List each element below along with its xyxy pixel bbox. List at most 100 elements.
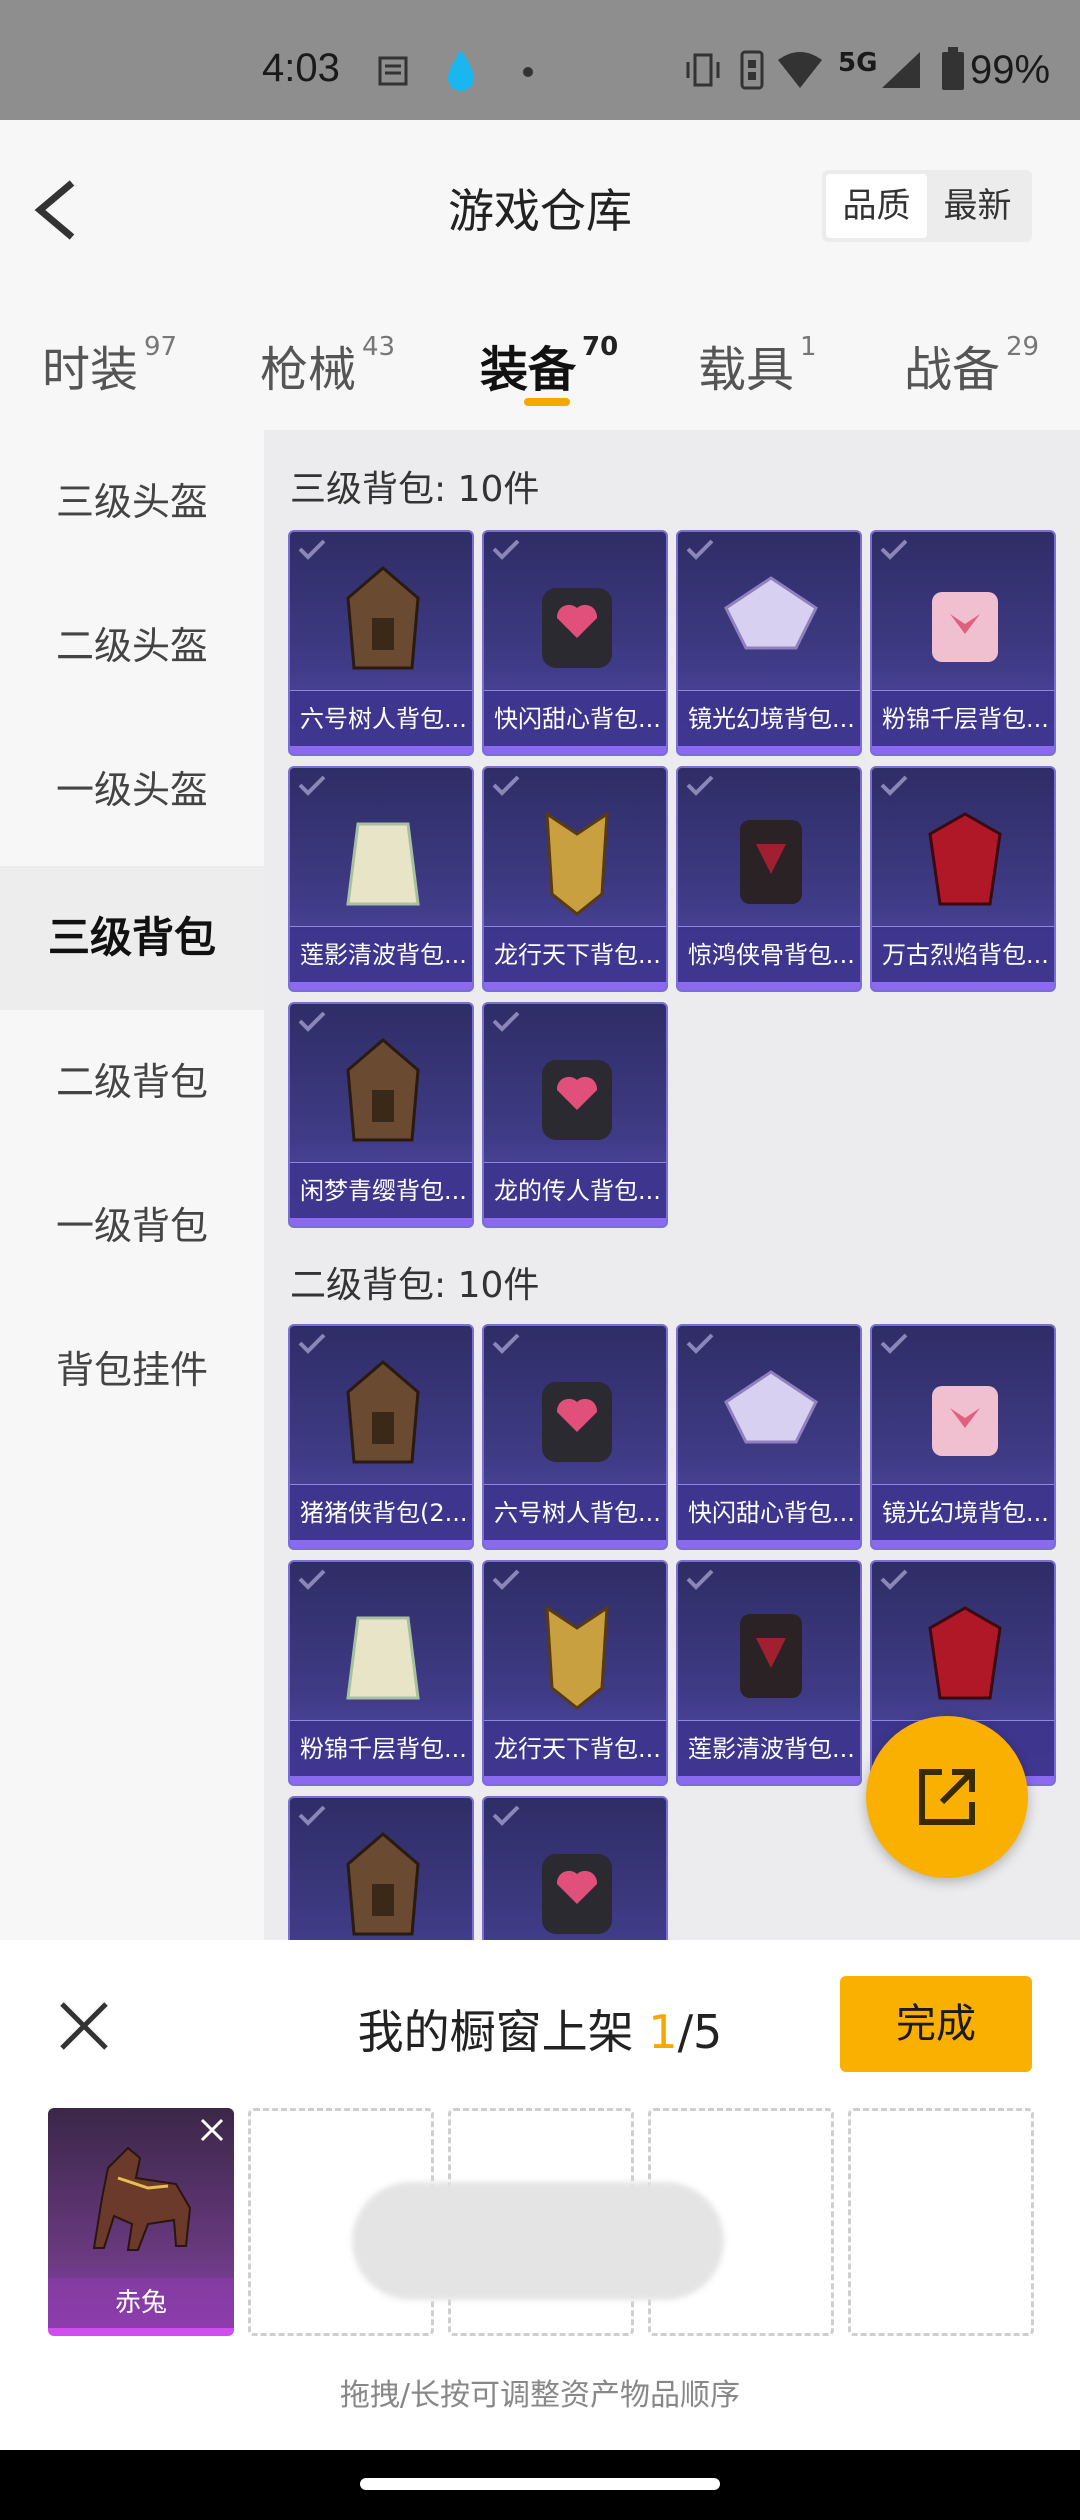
item-card[interactable]: 粉锦千层背包... xyxy=(870,530,1056,756)
notification-icon xyxy=(378,56,408,86)
battery-icon xyxy=(942,47,964,90)
item-card[interactable]: 快闪甜心背包... xyxy=(482,530,668,756)
item-card[interactable]: 龙行天下背包... xyxy=(482,766,668,992)
active-tab-indicator xyxy=(524,398,570,406)
item-name: 龙行天下背包... xyxy=(484,926,666,982)
sidebar-item-backpack-1[interactable]: 一级背包 xyxy=(0,1154,264,1298)
item-card[interactable]: 莲影清波背包... xyxy=(288,766,474,992)
slot-label: 赤兔 xyxy=(48,2278,234,2328)
check-icon xyxy=(686,775,714,796)
sidebar-item-backpack-3[interactable]: 三级背包 xyxy=(0,866,264,1010)
check-icon xyxy=(686,1333,714,1354)
section-title: 二级背包: 10件 xyxy=(290,1265,540,1306)
rarity-bar xyxy=(290,982,472,990)
item-card[interactable]: 莲影清波背包... xyxy=(676,1560,862,1786)
sheet-hint: 拖拽/长按可调整资产物品顺序 xyxy=(339,2378,741,2413)
check-icon xyxy=(298,1333,326,1354)
network-type: 5G xyxy=(838,48,878,78)
tab-equipment[interactable]: 装备 70 xyxy=(480,330,618,400)
item-card[interactable]: 快闪甜心背包... xyxy=(676,1324,862,1550)
backpack-image xyxy=(346,1616,420,1700)
sort-option-quality[interactable]: 品质 xyxy=(826,174,927,238)
item-card[interactable] xyxy=(482,1796,668,1940)
rarity-bar xyxy=(484,1218,666,1226)
home-handle[interactable] xyxy=(360,2478,720,2490)
done-button[interactable]: 完成 xyxy=(840,1976,1032,2072)
item-card[interactable] xyxy=(288,1796,474,1940)
check-icon xyxy=(492,1569,520,1590)
item-name: 六号树人背包... xyxy=(484,1484,666,1540)
showcase-sheet: 我的橱窗上架 1/5 完成 赤兔 拖拽/长按可调整资产物品顺序 xyxy=(0,1940,1080,2450)
backpack-image xyxy=(545,1605,609,1710)
item-card[interactable]: 龙的传人背包... xyxy=(482,1002,668,1228)
check-icon xyxy=(880,1569,908,1590)
item-card[interactable]: 镜光幻境背包... xyxy=(676,530,862,756)
backpack-image xyxy=(542,588,612,668)
tab-vehicles[interactable]: 载具 1 xyxy=(698,330,817,400)
backpack-image xyxy=(346,822,420,906)
sidebar-item-helmet-1[interactable]: 一级头盔 xyxy=(0,718,264,862)
backpack-image xyxy=(346,566,420,670)
signal-icon xyxy=(882,52,920,88)
sort-toggle: 品质 最新 xyxy=(822,170,1032,242)
item-name: 龙行天下背包... xyxy=(484,1720,666,1776)
sidebar-item-helmet-3[interactable]: 三级头盔 xyxy=(0,430,264,574)
sidebar-item-helmet-2[interactable]: 二级头盔 xyxy=(0,574,264,718)
nfc-icon xyxy=(740,50,764,90)
share-button[interactable] xyxy=(866,1716,1028,1878)
category-tabs: 时装 97 枪械 43 装备 70 载具 1 战备 29 xyxy=(0,290,1080,430)
item-name: 镜光幻境背包... xyxy=(678,690,860,746)
showcase-slot-empty[interactable] xyxy=(848,2108,1034,2336)
item-card[interactable]: 猪猪侠背包(2... xyxy=(288,1324,474,1550)
backpack-image xyxy=(542,1060,612,1140)
item-name: 六号树人背包... xyxy=(290,690,472,746)
item-card[interactable]: 六号树人背包... xyxy=(288,530,474,756)
item-card[interactable]: 六号树人背包... xyxy=(482,1324,668,1550)
item-grid: 三级背包: 10件 六号树人背包... 快闪甜心背包... 镜光幻境背包... 粉锦千… xyxy=(264,430,1080,1940)
item-name: 龙的传人背包... xyxy=(484,1162,666,1218)
rarity-bar xyxy=(484,746,666,754)
backpack-image xyxy=(724,1370,818,1444)
item-name: 镜光幻境背包... xyxy=(872,1484,1054,1540)
backpack-image xyxy=(740,820,802,904)
check-icon xyxy=(492,539,520,560)
item-card[interactable]: 万古烈焰背包... xyxy=(870,766,1056,992)
dot-icon xyxy=(523,67,533,77)
item-card[interactable]: 粉锦千层背包... xyxy=(288,1560,474,1786)
item-name: 猪猪侠背包(2... xyxy=(290,1484,472,1540)
tab-supplies[interactable]: 战备 29 xyxy=(904,330,1039,400)
wifi-icon xyxy=(778,52,822,88)
backpack-image xyxy=(928,812,1002,906)
check-icon xyxy=(492,775,520,796)
check-icon xyxy=(880,775,908,796)
battery-percent: 99% xyxy=(970,48,1051,92)
backpack-image xyxy=(740,1614,802,1698)
item-name: 快闪甜心背包... xyxy=(678,1484,860,1540)
tab-guns[interactable]: 枪械 43 xyxy=(260,330,395,400)
item-card[interactable]: 镜光幻境背包... xyxy=(870,1324,1056,1550)
check-icon xyxy=(492,1333,520,1354)
sidebar: 三级头盔 二级头盔 一级头盔 三级背包 二级背包 一级背包 背包挂件 xyxy=(0,430,264,1940)
item-name: 粉锦千层背包... xyxy=(290,1720,472,1776)
showcase-slot[interactable]: 赤兔 xyxy=(48,2108,234,2336)
item-card[interactable]: 惊鸿侠骨背包... xyxy=(676,766,862,992)
check-icon xyxy=(298,775,326,796)
remove-icon[interactable] xyxy=(198,2116,226,2144)
check-icon xyxy=(298,539,326,560)
backpack-image xyxy=(346,1832,420,1936)
item-card[interactable]: 龙行天下背包... xyxy=(482,1560,668,1786)
sidebar-item-backpack-2[interactable]: 二级背包 xyxy=(0,1010,264,1154)
sidebar-item-backpack-charm[interactable]: 背包挂件 xyxy=(0,1298,264,1442)
horse-image xyxy=(92,2146,192,2251)
backpack-image xyxy=(542,1382,612,1462)
rarity-bar xyxy=(678,746,860,754)
tab-fashion[interactable]: 时装 97 xyxy=(42,330,177,400)
item-name: 粉锦千层背包... xyxy=(872,690,1054,746)
check-icon xyxy=(880,539,908,560)
rarity-bar xyxy=(290,746,472,754)
backpack-image xyxy=(724,576,818,650)
rarity-bar xyxy=(678,1540,860,1548)
item-card[interactable]: 闲梦青缨背包... xyxy=(288,1002,474,1228)
rarity-bar xyxy=(678,982,860,990)
sort-option-latest[interactable]: 最新 xyxy=(927,174,1028,238)
